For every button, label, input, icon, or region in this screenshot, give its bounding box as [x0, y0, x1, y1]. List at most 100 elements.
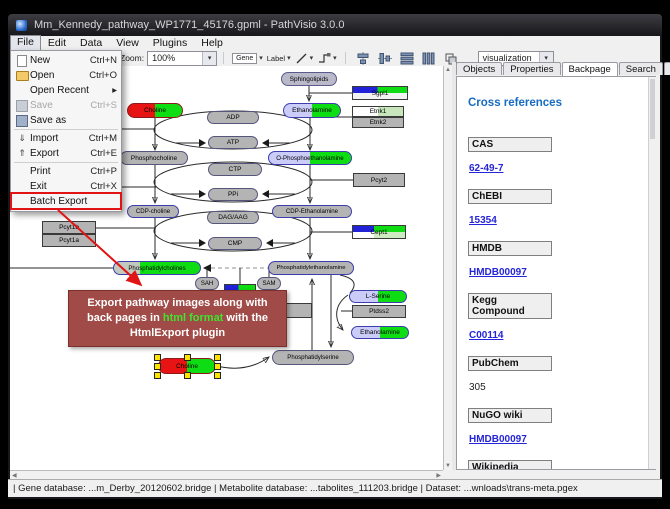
panel-vertical-scrollbar[interactable] — [648, 77, 656, 469]
node-ethanolamine-2[interactable]: Ethanolamine — [351, 326, 409, 339]
node-pcyt1a[interactable]: Pcyt1a — [42, 234, 96, 247]
distribute-rows-button[interactable] — [400, 52, 414, 65]
menu-file[interactable]: File — [10, 35, 41, 51]
tab-properties[interactable]: Properties — [503, 62, 560, 75]
selection-handle[interactable] — [214, 354, 221, 361]
cross-reference-link[interactable]: HMDB00097 — [469, 267, 527, 278]
node-sgpl1[interactable]: Sgpl1 — [352, 86, 408, 100]
align-center-x-button[interactable] — [356, 52, 370, 65]
zoom-label: Zoom: — [120, 53, 144, 63]
cross-reference-link[interactable]: 15354 — [469, 215, 497, 226]
distribute-columns-button[interactable] — [422, 52, 436, 65]
node-ppi[interactable]: PPi — [208, 188, 258, 201]
node-ptdss2[interactable]: Ptdss2 — [352, 305, 406, 318]
node-gene-unlabeled[interactable] — [286, 303, 312, 318]
section-header: ChEBI — [468, 189, 552, 204]
node-pcyt1b[interactable]: Pcyt1b — [42, 221, 96, 234]
file-menu-open-recent[interactable]: Open Recent▸ — [11, 83, 121, 98]
menu-data[interactable]: Data — [73, 36, 109, 50]
file-menu-print[interactable]: PrintCtrl+P — [11, 164, 121, 179]
cross-references-heading: Cross references — [468, 97, 655, 109]
pathvisio-app-icon — [16, 20, 27, 31]
cross-reference-link[interactable]: 62-49-7 — [469, 163, 503, 174]
node-ethanolamine[interactable]: Ethanolamine — [283, 103, 341, 118]
title-bar[interactable]: Mm_Kennedy_pathway_WP1771_45176.gpml - P… — [8, 14, 662, 36]
node-pcyt2[interactable]: Pcyt2 — [353, 173, 405, 187]
tab-objects[interactable]: Objects — [456, 62, 502, 75]
node-etnk1[interactable]: Etnk1 — [352, 106, 404, 117]
node-atp[interactable]: ATP — [208, 136, 258, 149]
section-header: NuGO wiki — [468, 408, 552, 423]
chevron-down-icon[interactable]: ▾ — [259, 54, 263, 62]
selection-handle[interactable] — [214, 363, 221, 370]
menu-help[interactable]: Help — [194, 36, 230, 50]
window-title: Mm_Kennedy_pathway_WP1771_45176.gpml - P… — [34, 19, 344, 31]
chevron-down-icon[interactable]: ▾ — [333, 54, 337, 62]
selection-handle[interactable] — [154, 363, 161, 370]
file-menu-export[interactable]: ⇑ExportCtrl+E — [11, 146, 121, 161]
node-ctp[interactable]: CTP — [208, 163, 262, 176]
menu-separator — [14, 162, 118, 163]
cross-reference-link[interactable]: C00114 — [469, 330, 503, 341]
file-menu-save-as[interactable]: Save as — [11, 113, 121, 128]
file-menu-exit[interactable]: ExitCtrl+X — [11, 179, 121, 194]
selection-handle[interactable] — [214, 372, 221, 379]
node-phosphatidylethanolamine[interactable]: Phosphatidylethanolamine — [268, 261, 354, 275]
file-menu-new[interactable]: NewCtrl+N — [11, 53, 121, 68]
file-menu-batch-export[interactable]: Batch Export — [11, 194, 121, 209]
connector-tool-button[interactable]: ▾ — [317, 52, 337, 65]
menu-view[interactable]: View — [109, 36, 146, 50]
chevron-down-icon[interactable]: ▾ — [202, 52, 216, 65]
node-phosphatidylserine[interactable]: Phosphatidylserine — [272, 350, 354, 365]
selection-handle[interactable] — [154, 354, 161, 361]
node-cdp-ethanolamine[interactable]: CDP-Ethanolamine — [272, 205, 352, 218]
status-text: | Gene database: ...m_Derby_20120602.bri… — [13, 483, 578, 494]
tab-legend[interactable]: Legend — [664, 62, 670, 75]
node-cept1[interactable]: Cept1 — [352, 225, 406, 239]
canvas-vertical-scrollbar[interactable]: ▲▼ — [443, 66, 452, 470]
file-menu-import[interactable]: ⇓ImportCtrl+M — [11, 131, 121, 146]
node-cdp-choline[interactable]: CDP-choline — [127, 205, 179, 218]
zoom-combobox[interactable]: 100% ▾ — [147, 51, 217, 66]
export-icon: ⇑ — [18, 149, 26, 158]
node-phosphatidylcholines[interactable]: Phosphatidylcholines — [113, 261, 201, 275]
menu-edit[interactable]: Edit — [41, 36, 73, 50]
selection-handle[interactable] — [184, 354, 191, 361]
selection-handle[interactable] — [154, 372, 161, 379]
new-label-tool-button[interactable]: Label ▾ — [267, 52, 291, 65]
node-choline[interactable]: Choline — [127, 103, 183, 118]
node-sphingolipids[interactable]: Sphingolipids — [281, 72, 337, 86]
scroll-right-icon[interactable]: ▶ — [436, 472, 441, 479]
chevron-down-icon[interactable]: ▾ — [310, 54, 314, 62]
new-gene-tool-button[interactable]: Gene ▾ — [232, 52, 263, 65]
scroll-left-icon[interactable]: ◀ — [12, 472, 17, 479]
selection-handle[interactable] — [184, 372, 191, 379]
side-panel-tabs: Objects Properties Backpage Search Legen… — [456, 62, 658, 76]
canvas-horizontal-scrollbar[interactable]: ◀▶ — [10, 470, 443, 479]
chevron-down-icon[interactable]: ▾ — [287, 54, 291, 62]
node-o-phosphoethanolamine[interactable]: O-Phosphoethanolamine — [268, 151, 352, 165]
scroll-up-icon[interactable]: ▲ — [444, 67, 452, 73]
new-document-icon — [17, 55, 27, 67]
node-sah[interactable]: SAH — [195, 277, 219, 290]
node-cmp[interactable]: CMP — [208, 237, 262, 250]
align-center-y-button[interactable] — [378, 52, 392, 65]
file-menu-save[interactable]: SaveCtrl+S — [11, 98, 121, 113]
scroll-down-icon[interactable]: ▼ — [444, 463, 452, 469]
node-l-serine[interactable]: L-Serine — [349, 290, 407, 303]
node-etnk2[interactable]: Etnk2 — [352, 117, 404, 128]
cross-reference-link[interactable]: HMDB00097 — [469, 434, 527, 445]
tab-backpage[interactable]: Backpage — [562, 62, 618, 76]
node-sam[interactable]: SAM — [257, 277, 281, 290]
scrollbar-thumb[interactable] — [650, 79, 655, 139]
file-menu-open[interactable]: OpenCtrl+O — [11, 68, 121, 83]
backpage-section-pubchem: PubChem 305 — [468, 356, 655, 395]
selected-node-choline[interactable]: Choline — [158, 358, 216, 374]
node-phosphocholine[interactable]: Phosphocholine — [120, 151, 188, 165]
section-header: PubChem — [468, 356, 552, 371]
tab-search[interactable]: Search — [619, 62, 663, 75]
node-adp[interactable]: ADP — [207, 111, 259, 124]
node-dag-aag[interactable]: DAG/AAG — [207, 211, 259, 224]
menu-plugins[interactable]: Plugins — [146, 36, 194, 50]
line-tool-button[interactable]: ▾ — [295, 52, 314, 65]
